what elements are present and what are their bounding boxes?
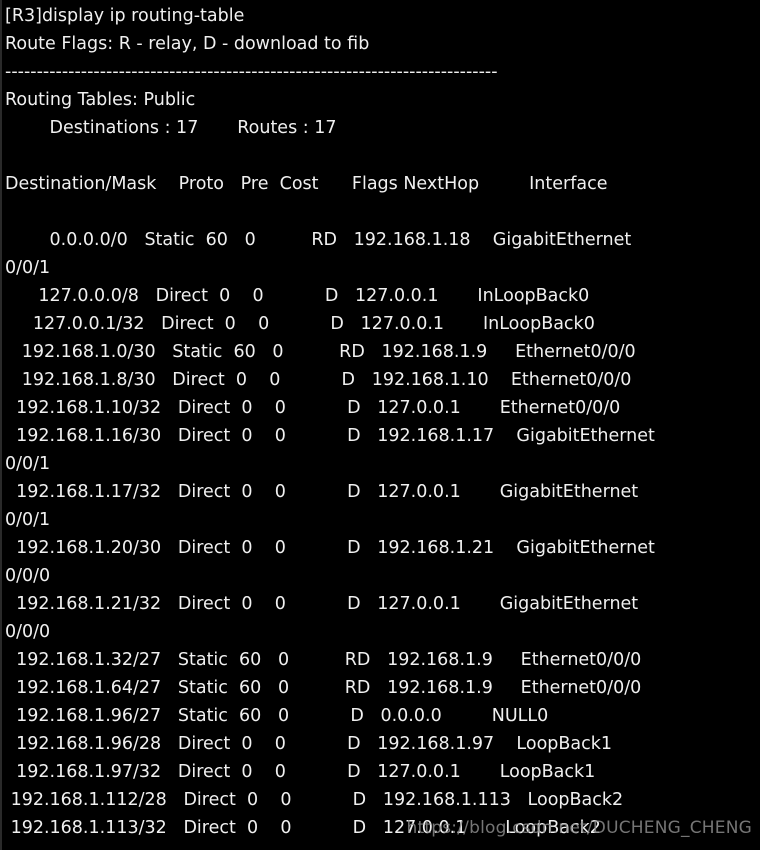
table-row: 192.168.1.8/30 Direct 0 0 D 192.168.1.10…: [5, 370, 632, 390]
table-row: 192.168.1.0/30 Static 60 0 RD 192.168.1.…: [5, 342, 636, 362]
table-row: 192.168.1.17/32 Direct 0 0 D 127.0.0.1 G…: [5, 482, 639, 502]
table-row: 192.168.1.32/27 Static 60 0 RD 192.168.1…: [5, 650, 642, 670]
table-row-continuation: 0/0/1: [5, 510, 51, 530]
table-row-continuation: 0/0/0: [5, 566, 51, 586]
table-row: 127.0.0.1/32 Direct 0 0 D 127.0.0.1 InLo…: [5, 314, 595, 334]
table-row: 192.168.1.113/32 Direct 0 0 D 127.0.0.1 …: [5, 818, 601, 838]
table-row: 192.168.1.97/32 Direct 0 0 D 127.0.0.1 L…: [5, 762, 596, 782]
table-row-continuation: 0/0/1: [5, 454, 51, 474]
blank-spacer-2: [5, 198, 760, 226]
table-row: 192.168.1.96/27 Static 60 0 D 0.0.0.0 NU…: [5, 706, 549, 726]
table-row: 0.0.0.0/0 Static 60 0 RD 192.168.1.18 Gi…: [5, 230, 632, 250]
table-row: 192.168.1.21/32 Direct 0 0 D 127.0.0.1 G…: [5, 594, 639, 614]
table-header-row: Destination/Mask Proto Pre Cost Flags Ne…: [5, 174, 608, 194]
table-row-continuation: 0/0/0: [5, 622, 51, 642]
table-row: 192.168.1.96/28 Direct 0 0 D 192.168.1.9…: [5, 734, 612, 754]
terminal-window[interactable]: [R3]display ip routing-table Route Flags:…: [0, 0, 760, 850]
console-output[interactable]: [R3]display ip routing-table Route Flags:…: [2, 0, 760, 842]
table-row: 192.168.1.64/27 Static 60 0 RD 192.168.1…: [5, 678, 642, 698]
separator-line: ----------------------------------------…: [5, 62, 498, 82]
routing-tables-scope-line: Routing Tables: Public: [5, 90, 196, 110]
blank-spacer-1: [5, 142, 760, 170]
table-row: 192.168.1.10/32 Direct 0 0 D 127.0.0.1 E…: [5, 398, 621, 418]
destinations-routes-count-line: Destinations : 17 Routes : 17: [5, 118, 337, 138]
table-row: 192.168.1.20/30 Direct 0 0 D 192.168.1.2…: [5, 538, 655, 558]
table-row-continuation: 0/0/1: [5, 258, 51, 278]
table-row: 192.168.1.112/28 Direct 0 0 D 192.168.1.…: [5, 790, 624, 810]
table-row: 192.168.1.16/30 Direct 0 0 D 192.168.1.1…: [5, 426, 655, 446]
table-row: 127.0.0.0/8 Direct 0 0 D 127.0.0.1 InLoo…: [5, 286, 590, 306]
command-prompt-line: [R3]display ip routing-table: [5, 6, 245, 26]
route-flags-legend-line: Route Flags: R - relay, D - download to …: [5, 34, 370, 54]
